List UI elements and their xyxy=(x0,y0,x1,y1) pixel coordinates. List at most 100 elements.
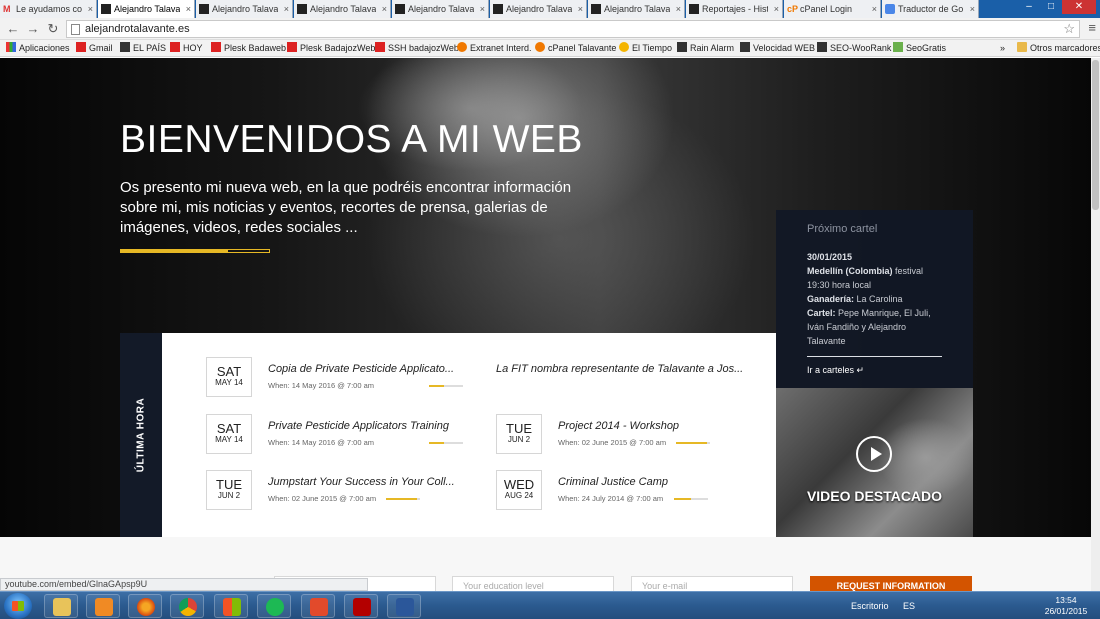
event-progress xyxy=(386,498,420,500)
hero-text: Os presento mi nueva web, en la que podr… xyxy=(120,179,572,236)
scrollbar-thumb[interactable] xyxy=(1092,60,1099,210)
chrome-menu-icon[interactable]: ≡ xyxy=(1088,20,1096,35)
minimize-button[interactable]: – xyxy=(1018,0,1040,14)
bookmark-gmail[interactable]: Gmail xyxy=(76,42,113,55)
tab-close-icon[interactable]: × xyxy=(88,0,93,18)
bookmark-el-pais[interactable]: EL PAÍS xyxy=(120,42,166,55)
taskbar-spotify[interactable] xyxy=(257,594,291,618)
bookmark-aplicaciones[interactable]: Aplicaciones xyxy=(6,42,70,55)
tab-label: Le ayudamos co xyxy=(16,4,82,14)
bookmark-velocidad-web[interactable]: Velocidad WEB xyxy=(740,42,815,55)
play-icon[interactable] xyxy=(856,436,892,472)
bookmark-seogratis[interactable]: SeoGratis xyxy=(893,42,946,55)
event-title[interactable]: Criminal Justice Camp xyxy=(558,476,748,488)
event-when: When: 02 June 2015 @ 7:00 am xyxy=(558,438,667,447)
event-date: WED AUG 24 xyxy=(496,470,542,510)
tab-close-icon[interactable]: × xyxy=(676,0,681,18)
bookmark-otros-marcadores[interactable]: Otros marcadores xyxy=(1017,42,1100,55)
reload-button[interactable]: ↻ xyxy=(45,21,61,37)
sun-icon xyxy=(619,42,629,52)
taskbar-explorer[interactable] xyxy=(44,594,78,618)
tab-close-icon[interactable]: × xyxy=(872,0,877,18)
tab-gmail[interactable]: M Le ayudamos co × xyxy=(0,0,97,18)
tab-alejandro[interactable]: Alejandro Talava × xyxy=(588,0,685,18)
start-button[interactable] xyxy=(4,593,32,619)
page-scrollbar[interactable] xyxy=(1091,58,1100,591)
next-event-title: Próximo cartel xyxy=(807,223,878,235)
apps-icon xyxy=(6,42,16,52)
event-title[interactable]: Private Pesticide Applicators Training xyxy=(268,420,458,432)
carteles-link[interactable]: Ir a carteles ↵ xyxy=(807,363,942,377)
bookmark-rain-alarm[interactable]: Rain Alarm xyxy=(677,42,734,55)
taskbar-app[interactable] xyxy=(301,594,335,618)
request-information-button[interactable]: REQUEST INFORMATION xyxy=(810,576,972,591)
tab-close-icon[interactable]: × xyxy=(480,0,485,18)
plesk-icon xyxy=(287,42,297,52)
bookmark-el-tiempo[interactable]: El Tiempo xyxy=(619,42,672,55)
featured-video[interactable]: VIDEO DESTACADO xyxy=(776,388,973,537)
tab-alejandro[interactable]: Alejandro Talava × xyxy=(294,0,391,18)
taskbar-chrome[interactable] xyxy=(170,594,204,618)
bookmark-star-icon[interactable]: ☆ xyxy=(1063,21,1075,37)
event-item[interactable]: TUE JUN 2 Project 2014 - Workshop When: … xyxy=(496,414,756,454)
taskbar-filezilla[interactable] xyxy=(344,594,378,618)
tab-close-icon[interactable]: × xyxy=(578,0,583,18)
taskbar-firefox[interactable] xyxy=(128,594,162,618)
bookmark-hoy[interactable]: HOY xyxy=(170,42,203,55)
tab-alejandro[interactable]: Alejandro Talava × xyxy=(196,0,293,18)
email-field[interactable]: Your e-mail xyxy=(631,576,793,591)
event-item[interactable]: SAT MAY 14 Private Pesticide Applicators… xyxy=(206,414,466,454)
event-title[interactable]: Jumpstart Your Success in Your Coll... xyxy=(268,476,458,488)
taskbar-word[interactable] xyxy=(387,594,421,618)
event-title[interactable]: Project 2014 - Workshop xyxy=(558,420,748,432)
tab-close-icon[interactable]: × xyxy=(382,0,387,18)
forward-button[interactable]: → xyxy=(25,21,41,37)
tab-alejandro[interactable]: Alejandro Talava × xyxy=(490,0,587,18)
tab-traductor[interactable]: Traductor de Go × xyxy=(882,0,979,18)
bookmarks-overflow-icon[interactable]: » xyxy=(1000,42,1005,55)
tab-close-icon[interactable]: × xyxy=(284,0,289,18)
bookmark-plesk-badajozweb[interactable]: Plesk BadajozWeb xyxy=(287,42,375,55)
event-weekday: SAT xyxy=(216,364,242,379)
bookmark-label: SSH badajozWeb xyxy=(388,43,459,53)
bookmark-ssh-badajozweb[interactable]: SSH badajozWeb xyxy=(375,42,459,55)
spotify-icon xyxy=(266,598,284,616)
address-bar[interactable]: alejandrotalavante.es ☆ xyxy=(66,20,1080,38)
event-item[interactable]: SAT MAY 14 Copia de Private Pesticide Ap… xyxy=(206,357,466,397)
tab-close-icon[interactable]: × xyxy=(970,0,975,18)
tab-alejandro-active[interactable]: Alejandro Talava × xyxy=(98,0,195,18)
el-pais-icon xyxy=(120,42,130,52)
hero-progress-fill xyxy=(121,250,228,252)
bookmark-extranet[interactable]: Extranet Interd. xyxy=(457,42,532,55)
event-title[interactable]: Copia de Private Pesticide Applicato... xyxy=(268,363,458,375)
news-item[interactable]: La FIT nombra representante de Talavante… xyxy=(496,357,756,397)
event-item[interactable]: TUE JUN 2 Jumpstart Your Success in Your… xyxy=(206,470,466,510)
back-button[interactable]: ← xyxy=(5,21,21,37)
language-indicator[interactable]: ES xyxy=(903,592,915,619)
tab-alejandro[interactable]: Alejandro Talava × xyxy=(392,0,489,18)
tab-cpanel[interactable]: cP cPanel Login × xyxy=(784,0,881,18)
maximize-button[interactable]: □ xyxy=(1040,0,1062,14)
tab-reportajes[interactable]: Reportajes - Hist × xyxy=(686,0,783,18)
news-title[interactable]: La FIT nombra representante de Talavante… xyxy=(496,363,746,375)
firefox-icon xyxy=(137,598,155,616)
event-day-month: JUN 2 xyxy=(217,491,241,500)
education-field[interactable]: Your education level xyxy=(452,576,614,591)
system-clock[interactable]: 13:54 26/01/2015 xyxy=(1040,595,1092,617)
bookmark-seo-woorank[interactable]: SEO-WooRank xyxy=(817,42,891,55)
bookmark-cpanel-talavante[interactable]: cPanel Talavante xyxy=(535,42,616,55)
desktop-toolbar[interactable]: Escritorio xyxy=(851,592,889,619)
taskbar-app-grid[interactable] xyxy=(214,594,248,618)
taskbar-media-player[interactable] xyxy=(86,594,120,618)
tab-label: Alejandro Talava xyxy=(604,4,670,14)
bookmark-plesk-badaweb[interactable]: Plesk Badaweb xyxy=(211,42,286,55)
hoy-icon xyxy=(170,42,180,52)
woorank-icon xyxy=(817,42,827,52)
tab-label: Alejandro Talava xyxy=(212,4,278,14)
event-item[interactable]: WED AUG 24 Criminal Justice Camp When: 2… xyxy=(496,470,756,510)
site-icon xyxy=(591,4,601,14)
tab-label: Alejandro Talava xyxy=(114,4,180,14)
window-close-button[interactable]: ✕ xyxy=(1062,0,1096,14)
tab-close-icon[interactable]: × xyxy=(186,0,191,18)
tab-close-icon[interactable]: × xyxy=(774,0,779,18)
